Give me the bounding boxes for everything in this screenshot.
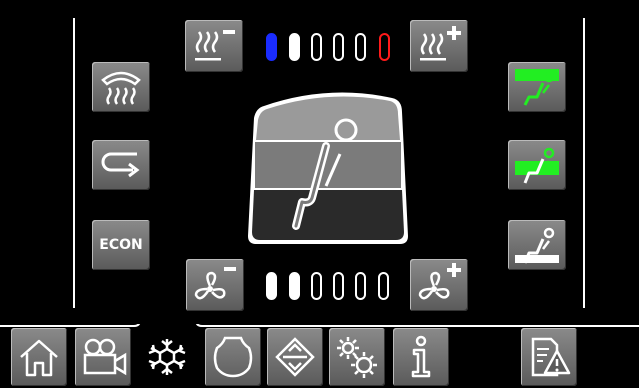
heat-plus-icon bbox=[420, 26, 461, 61]
climate-screen: ECON bbox=[0, 0, 639, 388]
econ-button[interactable]: ECON bbox=[92, 220, 150, 270]
defrost-icon bbox=[101, 71, 141, 105]
home-icon bbox=[20, 339, 58, 377]
tab-suspension[interactable] bbox=[267, 328, 323, 386]
temp-level-4 bbox=[333, 33, 344, 61]
airflow-floor-button[interactable] bbox=[508, 220, 566, 270]
econ-label: ECON bbox=[99, 237, 143, 253]
camera-icon bbox=[83, 338, 127, 376]
left-divider bbox=[73, 18, 75, 308]
heat-minus-icon bbox=[195, 30, 235, 61]
temp-level-2 bbox=[289, 33, 300, 61]
temp-level-3 bbox=[311, 33, 322, 61]
info-icon bbox=[411, 335, 431, 378]
temp-level-5 bbox=[355, 33, 366, 61]
fan-level-1 bbox=[266, 272, 277, 300]
defrost-button[interactable] bbox=[92, 62, 150, 112]
tab-climate[interactable] bbox=[139, 328, 195, 386]
fan-increase-button[interactable] bbox=[410, 259, 468, 311]
fan-level-2 bbox=[289, 272, 300, 300]
settings-icon bbox=[337, 337, 377, 378]
upper-airflow-icon bbox=[515, 69, 559, 106]
warning-log-icon bbox=[531, 337, 571, 377]
fan-decrease-button[interactable] bbox=[186, 259, 244, 311]
fan-level-3 bbox=[311, 272, 322, 300]
airflow-upper-button[interactable] bbox=[508, 62, 566, 112]
tab-camera[interactable] bbox=[75, 328, 131, 386]
tab-home[interactable] bbox=[11, 328, 67, 386]
recirculation-icon bbox=[101, 152, 140, 178]
suspension-icon bbox=[275, 337, 315, 377]
right-divider bbox=[583, 18, 585, 308]
fan-minus-icon bbox=[194, 267, 236, 300]
engine-icon bbox=[213, 336, 253, 378]
middle-airflow-icon bbox=[515, 147, 559, 184]
recirculation-button[interactable] bbox=[92, 140, 150, 190]
tab-warnings[interactable] bbox=[521, 328, 577, 386]
temp-level-1 bbox=[266, 33, 277, 61]
heat-increase-button[interactable] bbox=[410, 20, 468, 72]
fan-level-4 bbox=[333, 272, 344, 300]
temp-level-6 bbox=[379, 33, 390, 61]
tab-settings[interactable] bbox=[329, 328, 385, 386]
climate-icon bbox=[148, 339, 186, 375]
tab-info[interactable] bbox=[393, 328, 449, 386]
floor-airflow-icon bbox=[515, 227, 559, 264]
seat-airflow-diagram bbox=[248, 92, 408, 244]
tab-engine[interactable] bbox=[205, 328, 261, 386]
heat-decrease-button[interactable] bbox=[185, 20, 243, 72]
fan-level-6 bbox=[378, 272, 389, 300]
fan-plus-icon bbox=[418, 263, 461, 300]
airflow-middle-button[interactable] bbox=[508, 140, 566, 190]
fan-level-5 bbox=[355, 272, 366, 300]
